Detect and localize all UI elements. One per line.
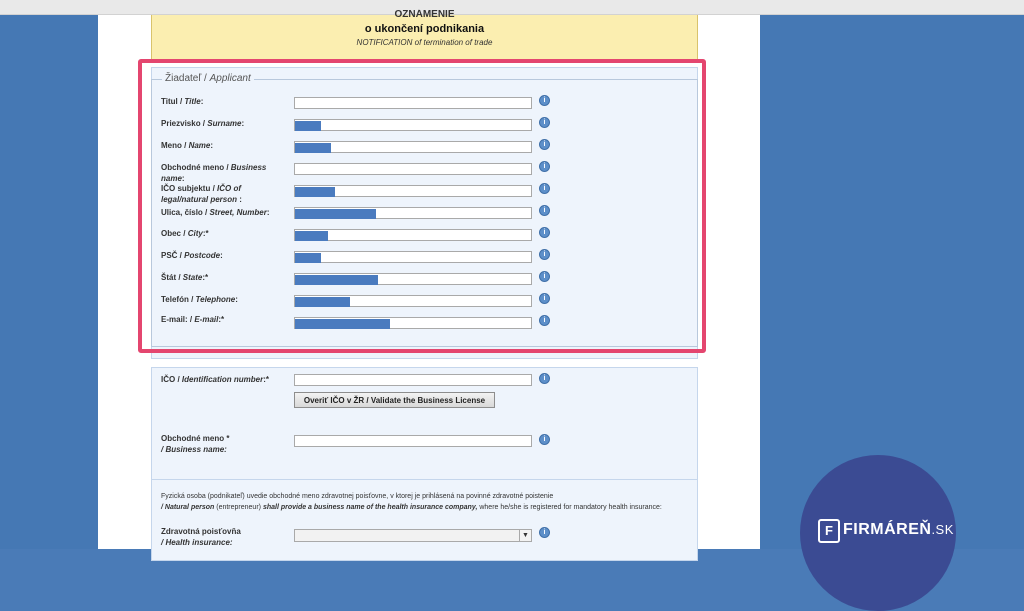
brand-logo-icon: F bbox=[818, 519, 840, 543]
applicant-highlight-frame bbox=[138, 59, 706, 353]
info-icon[interactable]: i bbox=[539, 373, 550, 384]
insurance-label: Zdravotná poisťovňa / Health insurance: bbox=[161, 527, 241, 547]
header-cut-title: OZNÁMENIE bbox=[394, 9, 455, 17]
insurance-note: Fyzická osoba (podnikateľ) uvedie obchod… bbox=[161, 493, 662, 511]
page-background-left bbox=[0, 15, 98, 549]
brand-name: FIRMÁREŇ.SK bbox=[843, 521, 954, 538]
ico-label: IČO / Identification number:* bbox=[161, 375, 270, 384]
business-name-label: Obchodné meno * / Business name: bbox=[161, 434, 230, 454]
info-icon[interactable]: i bbox=[539, 434, 550, 445]
health-insurance-select[interactable]: ▼ bbox=[294, 529, 532, 542]
chevron-down-icon[interactable]: ▼ bbox=[519, 530, 531, 541]
business-name-input[interactable] bbox=[294, 435, 532, 447]
ico-input[interactable] bbox=[294, 374, 532, 386]
form-header: OZNÁMENIE o ukončení podnikania NOTIFICA… bbox=[151, 9, 698, 62]
header-subtitle: NOTIFICATION of termination of trade bbox=[356, 38, 493, 47]
header-title: o ukončení podnikania bbox=[364, 23, 485, 35]
validate-business-license-button[interactable]: Overiť IČO v ŽR / Validate the Business … bbox=[294, 392, 495, 408]
info-icon[interactable]: i bbox=[539, 527, 550, 538]
